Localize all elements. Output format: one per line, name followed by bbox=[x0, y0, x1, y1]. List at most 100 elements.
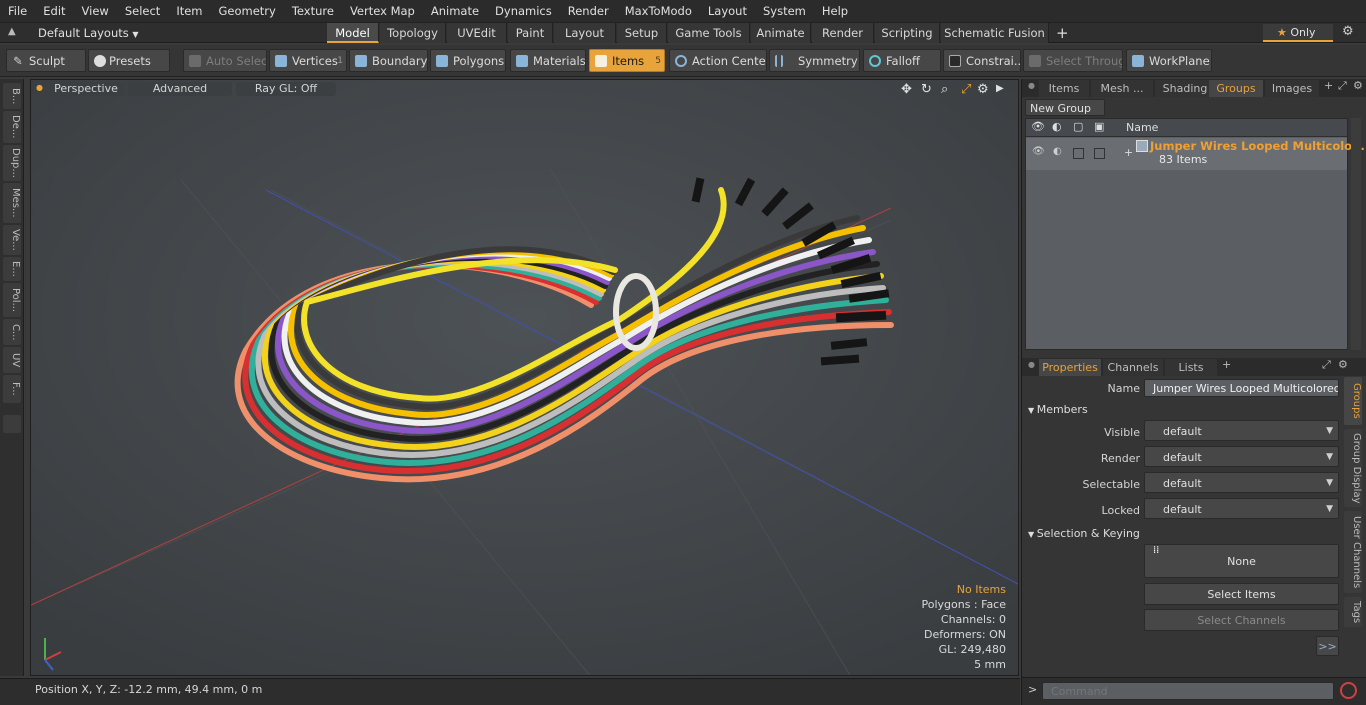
record-icon[interactable] bbox=[1340, 682, 1357, 699]
tab-setup[interactable]: Setup bbox=[617, 23, 667, 43]
render-dropdown[interactable]: default ▼ bbox=[1144, 446, 1339, 467]
presets-button[interactable]: Presets bbox=[88, 49, 170, 72]
render-toggle-icon[interactable]: ◐ bbox=[1053, 146, 1062, 157]
menu-geometry[interactable]: Geometry bbox=[211, 0, 284, 22]
select-through-button[interactable]: Select Through bbox=[1023, 49, 1123, 72]
left-strip-toggle[interactable] bbox=[3, 415, 21, 433]
view-mode-dropdown[interactable]: Perspective bbox=[48, 82, 124, 96]
menu-render[interactable]: Render bbox=[560, 0, 617, 22]
3d-viewport[interactable]: ● Perspective Advanced Ray GL: Off ✥ ↻ ⌕… bbox=[30, 79, 1019, 676]
groups-scrollbar[interactable] bbox=[1351, 118, 1361, 350]
materials-button[interactable]: Materials bbox=[510, 49, 586, 72]
tab-properties[interactable]: Properties bbox=[1039, 359, 1101, 376]
panel-gear-icon[interactable]: ⚙ bbox=[1353, 79, 1363, 92]
move-view-icon[interactable]: ✥ bbox=[901, 82, 912, 97]
symmetry-button[interactable]: Symmetry bbox=[769, 49, 860, 72]
more-button[interactable]: >> bbox=[1316, 636, 1339, 656]
only-toggle[interactable]: ★ Only bbox=[1263, 24, 1333, 42]
maximize-view-icon[interactable]: ⤢ bbox=[961, 82, 971, 97]
selectable-dropdown[interactable]: default ▼ bbox=[1144, 472, 1339, 493]
none-button[interactable]: ⁞⁞ None bbox=[1144, 544, 1339, 578]
rotate-view-icon[interactable]: ↻ bbox=[921, 82, 932, 97]
members-section-header[interactable]: ▼ Members bbox=[1028, 403, 1088, 416]
visibility-column-icon[interactable]: 👁 bbox=[1031, 120, 1045, 133]
zoom-view-icon[interactable]: ⌕ bbox=[941, 82, 948, 97]
tab-game-tools[interactable]: Game Tools bbox=[668, 23, 750, 43]
falloff-button[interactable]: Falloff bbox=[863, 49, 941, 72]
viewport-settings-icon[interactable]: ⚙ bbox=[977, 82, 989, 97]
menu-edit[interactable]: Edit bbox=[35, 0, 73, 22]
side-tab-tags[interactable]: Tags bbox=[1344, 597, 1362, 627]
tab-channels[interactable]: Channels bbox=[1103, 359, 1163, 376]
add-panel-tab-icon[interactable]: + bbox=[1324, 79, 1333, 92]
left-tab-4[interactable]: Ve... bbox=[3, 225, 21, 255]
properties-expand-icon[interactable]: ⤢ bbox=[1322, 358, 1331, 372]
properties-menu-dot[interactable]: ● bbox=[1028, 360, 1035, 369]
select-items-button[interactable]: Select Items bbox=[1144, 583, 1339, 605]
left-tab-9[interactable]: F... bbox=[3, 375, 21, 403]
menu-dynamics[interactable]: Dynamics bbox=[487, 0, 560, 22]
menu-item[interactable]: Item bbox=[168, 0, 210, 22]
layout-selector[interactable]: Default Layouts ▼ bbox=[26, 23, 326, 43]
sculpt-button[interactable]: ✎ Sculpt bbox=[6, 49, 86, 72]
menu-maxtomodo[interactable]: MaxToModo bbox=[617, 0, 700, 22]
expand-group-icon[interactable]: + bbox=[1124, 146, 1133, 159]
items-button[interactable]: Items 5 bbox=[589, 49, 665, 72]
auto-select-button[interactable]: Auto Select bbox=[183, 49, 267, 72]
tab-animate[interactable]: Animate bbox=[751, 23, 811, 43]
select-checkbox[interactable] bbox=[1094, 148, 1105, 159]
tab-uvedit[interactable]: UVEdit bbox=[447, 23, 507, 43]
left-tab-8[interactable]: UV bbox=[3, 347, 21, 373]
tab-shading[interactable]: Shading bbox=[1155, 80, 1215, 97]
locked-dropdown[interactable]: default ▼ bbox=[1144, 498, 1339, 519]
tab-paint[interactable]: Paint bbox=[508, 23, 553, 43]
tab-items[interactable]: Items bbox=[1039, 80, 1089, 97]
add-tab-button[interactable]: + bbox=[1056, 23, 1069, 43]
lock-column-icon[interactable]: ▢ bbox=[1073, 120, 1083, 133]
tab-topology[interactable]: Topology bbox=[380, 23, 446, 43]
menu-layout[interactable]: Layout bbox=[700, 0, 755, 22]
layout-up-icon[interactable]: ▲ bbox=[8, 26, 16, 37]
ray-gl-toggle[interactable]: Ray GL: Off bbox=[236, 82, 336, 96]
name-field[interactable]: Jumper Wires Looped Multicolored (3) bbox=[1144, 379, 1339, 397]
visible-dropdown[interactable]: default ▼ bbox=[1144, 420, 1339, 441]
side-tab-user-channels[interactable]: User Channels bbox=[1344, 511, 1362, 593]
action-center-button[interactable]: Action Center bbox=[669, 49, 767, 72]
menu-vertex-map[interactable]: Vertex Map bbox=[342, 0, 423, 22]
lock-checkbox[interactable] bbox=[1073, 148, 1084, 159]
add-properties-tab-icon[interactable]: + bbox=[1222, 358, 1231, 371]
polygons-button[interactable]: Polygons bbox=[430, 49, 506, 72]
workplane-button[interactable]: WorkPlane bbox=[1126, 49, 1212, 72]
tab-model[interactable]: Model bbox=[327, 23, 379, 43]
left-tab-1[interactable]: De... bbox=[3, 111, 21, 143]
left-tab-7[interactable]: C... bbox=[3, 319, 21, 345]
menu-help[interactable]: Help bbox=[814, 0, 856, 22]
menu-animate[interactable]: Animate bbox=[423, 0, 487, 22]
left-tab-6[interactable]: Pol... bbox=[3, 283, 21, 317]
boundary-button[interactable]: Boundary bbox=[349, 49, 428, 72]
select-column-icon[interactable]: ▣ bbox=[1094, 120, 1104, 133]
viewport-menu-dot[interactable]: ● bbox=[36, 83, 43, 92]
menu-texture[interactable]: Texture bbox=[284, 0, 342, 22]
properties-gear-icon[interactable]: ⚙ bbox=[1338, 358, 1348, 371]
tab-layout[interactable]: Layout bbox=[554, 23, 616, 43]
menu-file[interactable]: File bbox=[0, 0, 35, 22]
new-group-button[interactable]: New Group bbox=[1025, 99, 1105, 116]
left-tab-3[interactable]: Mes... bbox=[3, 183, 21, 223]
select-channels-button[interactable]: Select Channels bbox=[1144, 609, 1339, 631]
shading-dropdown[interactable]: Advanced bbox=[128, 82, 232, 96]
left-tab-5[interactable]: E... bbox=[3, 257, 21, 281]
side-tab-group-display[interactable]: Group Display bbox=[1344, 429, 1362, 507]
tab-scripting[interactable]: Scripting bbox=[875, 23, 940, 43]
menu-view[interactable]: View bbox=[74, 0, 117, 22]
vertices-button[interactable]: Vertices 1 bbox=[269, 49, 347, 72]
selection-keying-header[interactable]: ▼ Selection & Keying bbox=[1028, 527, 1140, 540]
tab-schematic-fusion[interactable]: Schematic Fusion bbox=[941, 23, 1049, 43]
viewport-expand-icon[interactable]: ▶ bbox=[996, 83, 1004, 94]
group-row[interactable]: 👁 ◐ + Jumper Wires Looped Multicolor... … bbox=[1026, 138, 1366, 170]
left-tab-0[interactable]: B... bbox=[3, 83, 21, 109]
panel-menu-dot[interactable]: ● bbox=[1028, 81, 1035, 90]
panel-expand-icon[interactable]: ⤢ bbox=[1338, 79, 1347, 93]
tab-groups[interactable]: Groups bbox=[1209, 80, 1263, 97]
constraints-button[interactable]: Constrai... bbox=[943, 49, 1021, 72]
